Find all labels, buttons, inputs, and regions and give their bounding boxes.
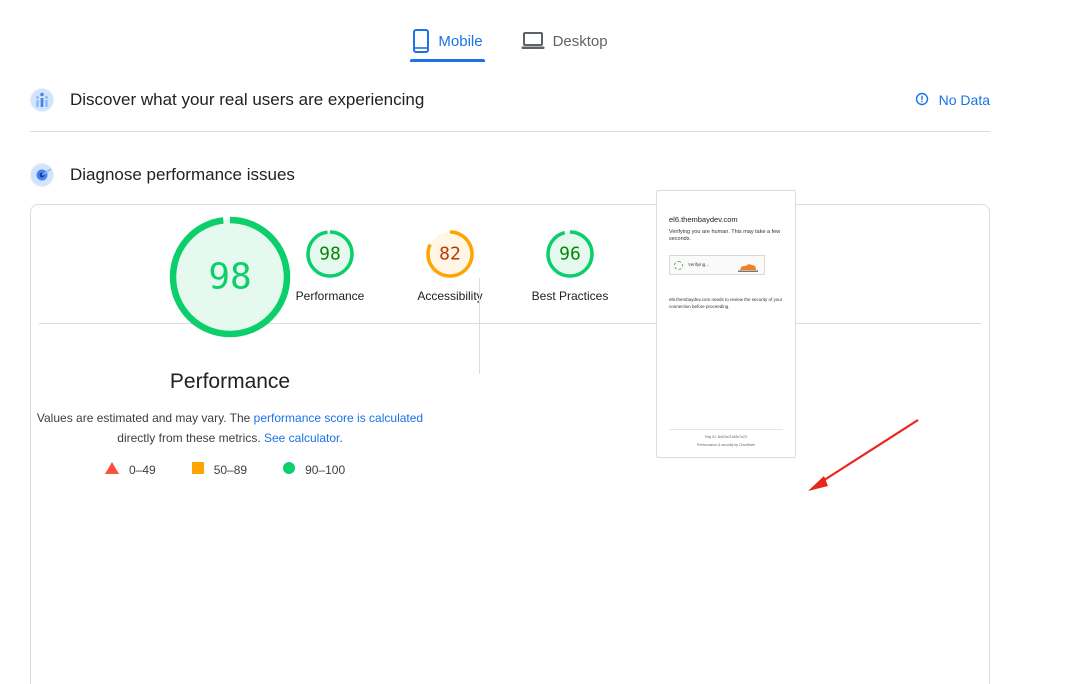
circle-icon	[283, 462, 296, 477]
tab-desktop-label: Desktop	[552, 32, 608, 50]
screenshot-domain: el6.thembaydev.com	[669, 215, 738, 224]
screenshot-verify-text: Verifying you are human. This may take a…	[669, 229, 781, 242]
no-data-link[interactable]: No Data	[915, 92, 990, 109]
screenshot-footer-divider	[669, 429, 783, 430]
desc-suffix: .	[339, 431, 343, 445]
performance-score-link[interactable]: performance score is calculated	[254, 411, 423, 425]
screenshot-captcha-box: Verifying...	[669, 255, 765, 275]
spinner-icon	[674, 261, 683, 270]
legend-range: 0–49	[129, 462, 156, 477]
diagnose-section: Diagnose performance issues	[30, 163, 990, 187]
performance-detail: 98 Performance Values are estimated and …	[30, 215, 430, 448]
laptop-icon	[521, 32, 545, 50]
screenshot-footer-perf: Performance & security by Cloudflare	[697, 443, 755, 447]
device-tabs: Mobile Desktop	[0, 20, 1020, 62]
see-calculator-link[interactable]: See calculator	[264, 431, 339, 445]
no-data-label: No Data	[938, 92, 990, 108]
real-users-section: Discover what your real users are experi…	[30, 88, 990, 112]
legend-range: 90–100	[305, 462, 346, 477]
red-arrow-icon	[800, 414, 924, 499]
performance-big-gauge: 98	[168, 215, 292, 344]
gauge-best-practices[interactable]: 96 Best Practices	[510, 229, 630, 303]
screenshot-need-text: el6.thembaydev.com needs to review the s…	[669, 297, 783, 309]
tab-desktop[interactable]: Desktop	[519, 20, 610, 62]
screenshot-footer-ray: Ray ID: 8d1f3a7f1d9b7e23	[705, 435, 747, 439]
lighthouse-icon	[30, 163, 54, 187]
performance-big-gauge-value: 98	[208, 257, 251, 298]
mobile-phone-icon	[412, 29, 430, 53]
triangle-icon	[105, 462, 119, 477]
info-icon	[915, 92, 929, 109]
real-users-title: Discover what your real users are experi…	[70, 90, 425, 109]
gauge-label: Best Practices	[531, 289, 609, 303]
performance-detail-description: Values are estimated and may vary. The p…	[30, 408, 430, 448]
legend-range: 50–89	[213, 462, 248, 477]
legend-item-pass: 90–100	[283, 462, 345, 477]
tab-mobile-label: Mobile	[438, 32, 483, 50]
screenshot-verifying-label: Verifying...	[688, 262, 710, 267]
diagnose-title: Diagnose performance issues	[70, 165, 295, 184]
legend-item-average: 50–89	[191, 462, 248, 477]
gauge-accessibility-value: 82	[439, 244, 461, 265]
performance-detail-title: Performance	[169, 370, 291, 393]
page-screenshot: el6.thembaydev.com Verifying you are hum…	[656, 190, 796, 458]
users-chart-icon	[30, 88, 54, 112]
tab-mobile[interactable]: Mobile	[410, 20, 485, 62]
desc-middle: directly from these metrics.	[117, 431, 264, 445]
gauge-ring: 82	[426, 230, 474, 278]
vertical-divider	[479, 278, 480, 374]
gauge-best-practices-value: 96	[559, 244, 581, 265]
cloudflare-logo-icon	[736, 260, 760, 272]
section-divider	[30, 131, 990, 132]
square-icon	[191, 462, 204, 477]
score-legend: 0–49 50–89 90–100	[105, 462, 345, 477]
desc-prefix: Values are estimated and may vary. The	[36, 411, 254, 425]
gauge-ring: 96	[546, 230, 594, 278]
legend-item-fail: 0–49	[105, 462, 156, 477]
